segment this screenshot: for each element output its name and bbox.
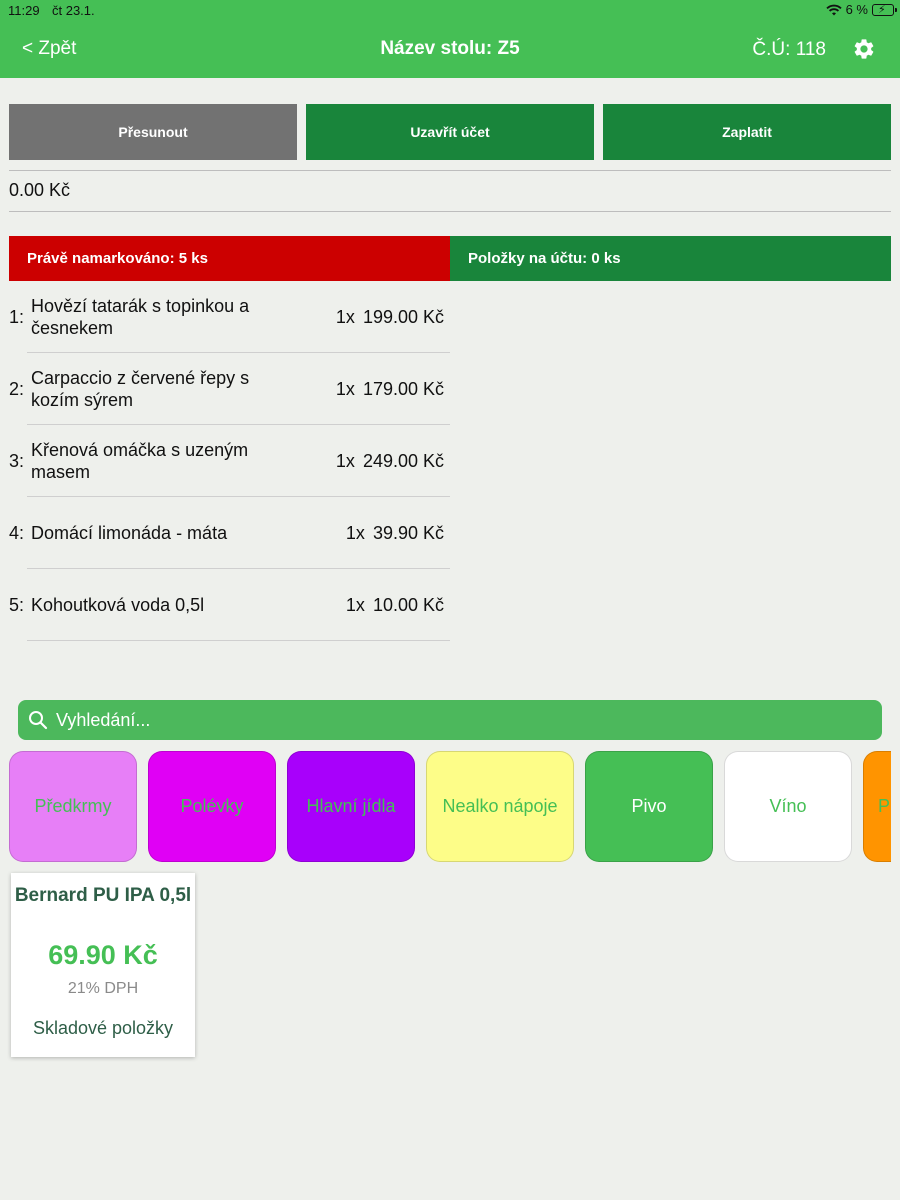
item-number: 4:	[9, 522, 25, 543]
move-button[interactable]: Přesunout	[9, 104, 297, 160]
item-name: Carpaccio z červené řepy s kozím sýrem	[31, 368, 250, 410]
category-predkrmy[interactable]: Předkrmy	[9, 751, 137, 862]
item-qty: 1x	[335, 378, 355, 399]
item-name: Kohoutková voda 0,5l	[31, 595, 205, 615]
product-card[interactable]: Bernard PU IPA 0,5l 69.90 Kč 21% DPH Skl…	[11, 873, 195, 1057]
category-hlavni-jidla[interactable]: Hlavní jídla	[287, 751, 415, 862]
item-number: 2:	[9, 378, 25, 399]
bill-items-header[interactable]: Položky na účtu: 0 ks	[450, 236, 891, 281]
item-name: Křenová omáčka s uzeným masem	[31, 440, 249, 482]
action-buttons: Přesunout Uzavřít účet Zaplatit	[9, 104, 891, 160]
just-ordered-header[interactable]: Právě namarkováno: 5 ks	[9, 236, 450, 281]
list-item[interactable]: 2: Carpaccio z červené řepy s kozím sýre…	[9, 353, 450, 425]
list-item[interactable]: 3: Křenová omáčka s uzeným masem 1x 249.…	[9, 425, 450, 497]
account-number: Č.Ú: 118	[752, 39, 826, 60]
category-polevky[interactable]: Polévky	[148, 751, 276, 862]
item-price: 249.00 Kč	[362, 450, 444, 471]
item-name: Domácí limonáda - máta	[31, 523, 228, 543]
item-price: 10.00 Kč	[372, 594, 444, 615]
status-bar: 11:29 čt 23.1. 6 % ⚡	[0, 0, 900, 22]
list-item[interactable]: 1: Hovězí tatarák s topinkou a česnekem …	[9, 281, 450, 353]
status-date: čt 23.1.	[52, 3, 95, 18]
item-number: 3:	[9, 450, 25, 471]
order-list: 1: Hovězí tatarák s topinkou a česnekem …	[9, 281, 450, 641]
item-number: 5:	[9, 594, 25, 615]
divider	[9, 170, 891, 171]
search-icon	[29, 711, 48, 730]
close-bill-button[interactable]: Uzavřít účet	[306, 104, 594, 160]
search-input[interactable]	[56, 709, 836, 731]
category-partial[interactable]: P	[863, 751, 891, 862]
product-stock-label: Skladové položky	[32, 1018, 174, 1038]
item-qty: 1x	[335, 306, 355, 327]
status-time: 11:29	[8, 3, 40, 18]
product-vat: 21% DPH	[67, 980, 139, 997]
category-nealko-napoje[interactable]: Nealko nápoje	[426, 751, 574, 862]
item-qty: 1x	[345, 594, 365, 615]
item-number: 1:	[9, 306, 25, 327]
list-item[interactable]: 4: Domácí limonáda - máta 1x 39.90 Kč	[9, 497, 450, 569]
navigation-bar: < Zpět Název stolu: Z5 Č.Ú: 118	[0, 22, 900, 78]
gear-icon[interactable]	[852, 37, 876, 61]
category-strip: Předkrmy Polévky Hlavní jídla Nealko náp…	[9, 751, 891, 862]
category-vino[interactable]: Víno	[724, 751, 852, 862]
item-qty-price: 1x 199.00 Kč	[336, 281, 444, 353]
list-item[interactable]: 5: Kohoutková voda 0,5l 1x 10.00 Kč	[9, 569, 450, 641]
item-qty-price: 1x 249.00 Kč	[336, 425, 444, 497]
item-qty-price: 1x 179.00 Kč	[336, 353, 444, 425]
item-price: 179.00 Kč	[362, 378, 444, 399]
item-qty-price: 1x 39.90 Kč	[346, 497, 444, 569]
battery-icon: ⚡	[872, 3, 897, 16]
item-qty-price: 1x 10.00 Kč	[346, 569, 444, 641]
item-qty: 1x	[335, 450, 355, 471]
status-right: 6 % ⚡	[825, 2, 897, 17]
battery-percent: 6 %	[845, 2, 868, 17]
item-name: Hovězí tatarák s topinkou a česnekem	[31, 296, 250, 338]
pay-button[interactable]: Zaplatit	[603, 104, 891, 160]
back-button[interactable]: < Zpět	[22, 38, 76, 60]
category-pivo[interactable]: Pivo	[585, 751, 713, 862]
product-price: 69.90 Kč	[48, 940, 158, 970]
divider	[27, 640, 450, 641]
search-bar[interactable]	[18, 700, 882, 740]
item-price: 199.00 Kč	[362, 306, 444, 327]
product-name: Bernard PU IPA 0,5l	[14, 885, 192, 906]
bill-total: 0.00 Kč	[9, 180, 71, 200]
item-qty: 1x	[345, 522, 365, 543]
wifi-icon	[825, 4, 842, 15]
divider	[9, 211, 891, 212]
item-price: 39.90 Kč	[372, 522, 444, 543]
